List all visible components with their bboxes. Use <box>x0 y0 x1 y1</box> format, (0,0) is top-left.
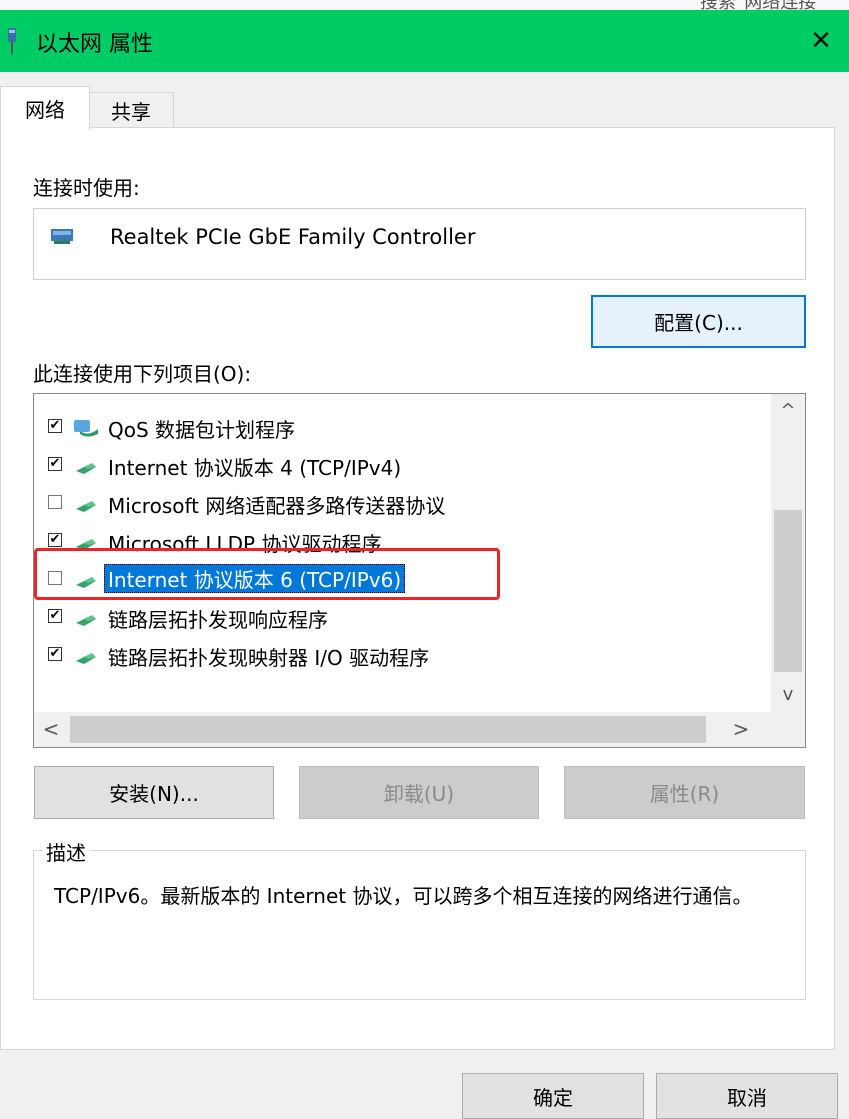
list-item[interactable]: ✔ 链路层拓扑发现响应程序 <box>34 599 764 635</box>
properties-button-label: 属性(R) <box>649 782 720 806</box>
scroll-left-icon[interactable]: < <box>34 712 68 747</box>
ok-button-label: 确定 <box>533 1085 573 1110</box>
list-item[interactable]: ✔ 链路层拓扑发现映射器 I/O 驱动程序 <box>34 637 764 673</box>
annotation-highlight-box <box>34 548 500 600</box>
item-label: QoS 数据包计划程序 <box>108 418 296 442</box>
description-group: 描述 TCP/IPv6。最新版本的 Internet 协议，可以跨多个相互连接的… <box>33 837 806 1000</box>
item-checkbox[interactable]: ✔ <box>48 457 62 471</box>
horizontal-scrollbar[interactable]: < > <box>34 712 805 747</box>
configure-button-label: 配置(C)... <box>654 311 743 335</box>
description-text: TCP/IPv6。最新版本的 Internet 协议，可以跨多个相互连接的网络进… <box>54 884 753 908</box>
adapter-name: Realtek PCIe GbE Family Controller <box>110 225 476 249</box>
network-protocol-icon <box>76 501 96 512</box>
properties-button[interactable]: 属性(R) <box>564 766 805 819</box>
item-checkbox[interactable]: ✔ <box>48 533 62 547</box>
tab-network[interactable]: 网络 <box>0 86 90 130</box>
list-item[interactable]: Microsoft 网络适配器多路传送器协议 <box>34 485 764 521</box>
qos-scheduler-icon <box>74 420 98 437</box>
horizontal-scroll-thumb[interactable] <box>70 716 706 743</box>
item-checkbox[interactable]: ✔ <box>48 609 62 623</box>
network-protocol-icon <box>76 463 96 474</box>
item-label: 链路层拓扑发现响应程序 <box>108 608 328 632</box>
ethernet-adapter-icon <box>8 28 16 54</box>
components-list[interactable]: ✔ QoS 数据包计划程序 ✔ Internet 协议版本 4 (TCP/IPv… <box>33 393 806 748</box>
close-icon: ✕ <box>810 26 832 56</box>
uninstall-button-label: 卸载(U) <box>383 782 455 806</box>
tab-sharing-label: 共享 <box>111 99 151 124</box>
list-item[interactable]: ✔ QoS 数据包计划程序 <box>34 409 764 445</box>
vertical-scroll-thumb[interactable] <box>774 510 802 672</box>
install-button-label: 安装(N)... <box>109 782 199 806</box>
description-title: 描述 <box>42 837 90 866</box>
close-button[interactable]: ✕ <box>793 10 849 72</box>
connect-using-label: 连接时使用: <box>33 176 140 200</box>
uninstall-button[interactable]: 卸载(U) <box>299 766 539 819</box>
item-label: Microsoft 网络适配器多路传送器协议 <box>108 494 446 518</box>
items-label: 此连接使用下列项目(O): <box>33 362 252 386</box>
item-label: 链路层拓扑发现映射器 I/O 驱动程序 <box>108 646 430 670</box>
item-label: Internet 协议版本 4 (TCP/IPv4) <box>108 456 402 480</box>
network-protocol-icon <box>76 653 96 664</box>
scrollbar-corner <box>771 712 805 747</box>
network-tab-panel: 连接时使用: Realtek PCIe GbE Family Controlle… <box>0 127 835 1050</box>
item-checkbox[interactable]: ✔ <box>48 419 62 433</box>
window-title: 以太网 属性 <box>36 32 153 57</box>
tab-sharing[interactable]: 共享 <box>88 92 174 128</box>
install-button[interactable]: 安装(N)... <box>34 766 274 819</box>
scroll-up-icon[interactable]: ^ <box>771 394 805 428</box>
network-adapter-icon <box>51 229 73 244</box>
vertical-scrollbar[interactable]: ^ v <box>771 394 805 712</box>
scroll-down-icon[interactable]: v <box>771 678 805 712</box>
tab-bar: 网络 共享 <box>0 72 849 130</box>
scroll-right-icon[interactable]: > <box>724 712 758 747</box>
item-checkbox[interactable] <box>48 495 62 509</box>
cancel-button-label: 取消 <box>727 1085 767 1110</box>
title-bar: 以太网 属性 ✕ <box>0 10 849 72</box>
network-protocol-icon <box>76 615 96 626</box>
list-item[interactable]: ✔ Internet 协议版本 4 (TCP/IPv4) <box>34 447 764 483</box>
item-checkbox[interactable]: ✔ <box>48 647 62 661</box>
adapter-box: Realtek PCIe GbE Family Controller <box>33 208 806 280</box>
configure-button[interactable]: 配置(C)... <box>591 295 806 348</box>
background-window-strip: 搜索"网络连接" <box>0 0 849 13</box>
ok-button[interactable]: 确定 <box>462 1073 644 1119</box>
tab-network-label: 网络 <box>25 98 65 122</box>
cancel-button[interactable]: 取消 <box>656 1073 838 1119</box>
